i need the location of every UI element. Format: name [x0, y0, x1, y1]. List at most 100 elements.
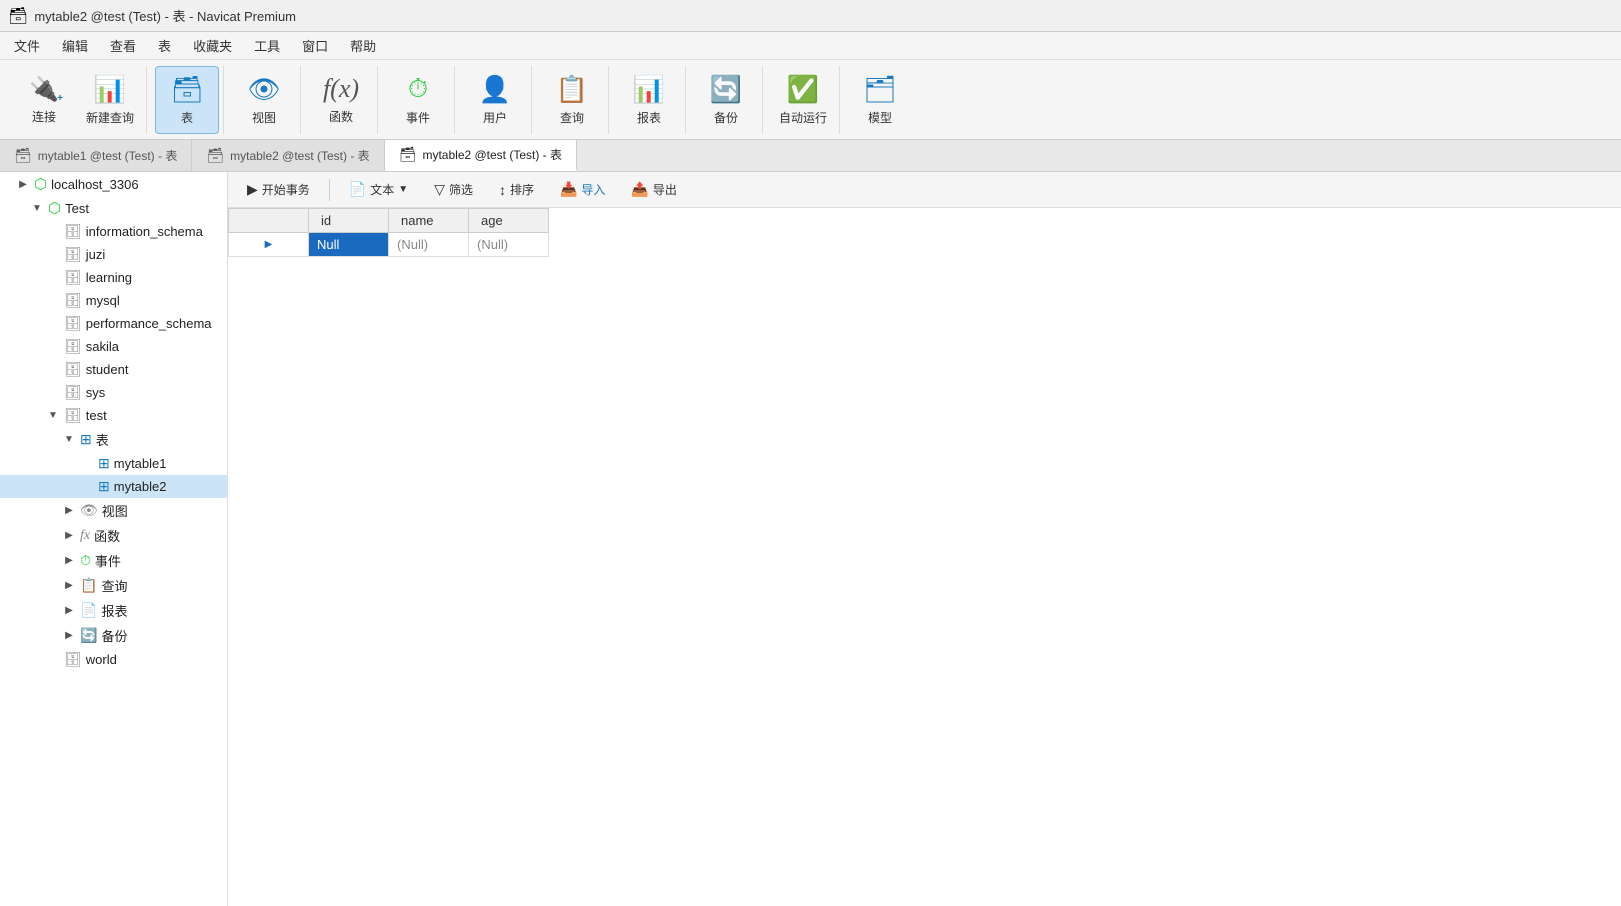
- sort-icon: ↕: [499, 182, 506, 198]
- db-icon-world: 🗄: [64, 651, 82, 668]
- sidebar-item-views[interactable]: ▶ 👁 视图: [0, 498, 227, 523]
- test-db-label: test: [86, 408, 107, 423]
- toolbar-group-event: ⏱ 事件: [382, 66, 455, 134]
- model-label: 模型: [868, 109, 892, 126]
- sidebar-item-test-db[interactable]: ▼ 🗄 test: [0, 404, 227, 427]
- toolbar-group-model: 🗂 模型: [844, 66, 916, 134]
- main-layout: ▶ ⬡ localhost_3306 ▼ ⬡ Test 🗄 informatio…: [0, 172, 1621, 906]
- sakila-label: sakila: [86, 339, 119, 354]
- new-query-button[interactable]: 📊 新建查询: [78, 66, 142, 134]
- tab-bar: 🗃 mytable1 @test (Test) - 表 🗃 mytable2 @…: [0, 140, 1621, 172]
- sidebar-item-mytable1[interactable]: ⊞ mytable1: [0, 452, 227, 475]
- sidebar-item-learning[interactable]: 🗄 learning: [0, 266, 227, 289]
- backup-button[interactable]: 🔄 备份: [694, 66, 758, 134]
- tables-group-label: 表: [96, 430, 109, 449]
- sort-button[interactable]: ↕ 排序: [488, 176, 545, 203]
- app-icon: 🗃: [8, 6, 28, 26]
- tab2-icon: 🗃: [206, 147, 224, 164]
- menu-tools[interactable]: 工具: [244, 33, 290, 58]
- col-header-name[interactable]: name: [389, 209, 469, 233]
- table-button[interactable]: 🗃 表: [155, 66, 219, 134]
- sidebar-item-test-folder[interactable]: ▼ ⬡ Test: [0, 196, 227, 220]
- sidebar-item-reports[interactable]: ▶ 📄 报表: [0, 598, 227, 623]
- view-button[interactable]: 👁 视图: [232, 66, 296, 134]
- query-button[interactable]: 📋 查询: [540, 66, 604, 134]
- sidebar-item-sakila[interactable]: 🗄 sakila: [0, 335, 227, 358]
- sidebar-item-tables[interactable]: ▼ ⊞ 表: [0, 427, 227, 452]
- tab3-label: mytable2 @test (Test) - 表: [422, 146, 562, 163]
- menu-bar: 文件 编辑 查看 表 收藏夹 工具 窗口 帮助: [0, 32, 1621, 60]
- sidebar-item-juzi[interactable]: 🗄 juzi: [0, 243, 227, 266]
- table-row[interactable]: ▶ Null (Null) (Null): [229, 233, 549, 257]
- window-title: mytable2 @test (Test) - 表 - Navicat Prem…: [34, 6, 296, 25]
- db-icon-mysql: 🗄: [64, 292, 82, 309]
- tab3-icon: 🗃: [399, 146, 417, 163]
- functions-icon: fx: [80, 528, 90, 544]
- function-button[interactable]: f(x) 函数: [309, 66, 373, 134]
- export-label: 导出: [653, 181, 677, 198]
- toolbar-group-backup: 🔄 备份: [690, 66, 763, 134]
- view-label: 视图: [252, 109, 276, 126]
- db-icon-sys: 🗄: [64, 384, 82, 401]
- connect-button[interactable]: 🔌 + 连接: [12, 66, 76, 134]
- report-button[interactable]: 📊 报表: [617, 66, 681, 134]
- cell-id[interactable]: Null: [309, 233, 389, 257]
- localhost-icon: ⬡: [34, 175, 47, 193]
- tab-mytable1[interactable]: 🗃 mytable1 @test (Test) - 表: [0, 140, 192, 171]
- text-button[interactable]: 📄 文本 ▼: [338, 176, 419, 203]
- text-label: 文本: [370, 181, 394, 198]
- text-icon: 📄: [349, 181, 366, 198]
- content-area: ▶ 开始事务 📄 文本 ▼ ▽ 筛选 ↕ 排序 📥 导入 📤: [228, 172, 1621, 906]
- db-icon-test: 🗄: [64, 407, 82, 424]
- mytable2-icon: ⊞: [98, 478, 110, 495]
- export-button[interactable]: 📤 导出: [620, 176, 687, 203]
- table-label: 表: [181, 109, 193, 126]
- sidebar-item-functions[interactable]: ▶ fx 函数: [0, 523, 227, 548]
- sidebar-item-queries[interactable]: ▶ 📋 查询: [0, 573, 227, 598]
- sidebar-item-world[interactable]: 🗄 world: [0, 648, 227, 671]
- user-button[interactable]: 👤 用户: [463, 66, 527, 134]
- user-label: 用户: [483, 109, 507, 126]
- tab1-label: mytable1 @test (Test) - 表: [38, 147, 178, 164]
- db-icon-student: 🗄: [64, 361, 82, 378]
- query-label: 查询: [560, 109, 584, 126]
- mysql-label: mysql: [86, 293, 120, 308]
- cell-age[interactable]: (Null): [469, 233, 549, 257]
- menu-help[interactable]: 帮助: [340, 33, 386, 58]
- sidebar-item-mytable2[interactable]: ⊞ mytable2: [0, 475, 227, 498]
- sidebar-item-mysql[interactable]: 🗄 mysql: [0, 289, 227, 312]
- tab-mytable2-1[interactable]: 🗃 mytable2 @test (Test) - 表: [192, 140, 384, 171]
- toolbar-group-view: 👁 视图: [228, 66, 301, 134]
- col-header-id[interactable]: id: [309, 209, 389, 233]
- tab-mytable2-2[interactable]: 🗃 mytable2 @test (Test) - 表: [385, 140, 577, 171]
- learning-label: learning: [86, 270, 132, 285]
- menu-favorites[interactable]: 收藏夹: [183, 33, 242, 58]
- menu-file[interactable]: 文件: [4, 33, 50, 58]
- col-header-age[interactable]: age: [469, 209, 549, 233]
- cell-name[interactable]: (Null): [389, 233, 469, 257]
- sidebar-item-student[interactable]: 🗄 student: [0, 358, 227, 381]
- sidebar-item-sys[interactable]: 🗄 sys: [0, 381, 227, 404]
- localhost-label: localhost_3306: [51, 177, 138, 192]
- sidebar-item-performance-schema[interactable]: 🗄 performance_schema: [0, 312, 227, 335]
- sidebar-item-backup[interactable]: ▶ 🔄 备份: [0, 623, 227, 648]
- model-button[interactable]: 🗂 模型: [848, 66, 912, 134]
- export-icon: 📤: [631, 181, 648, 198]
- sidebar-item-events[interactable]: ▶ ⏱ 事件: [0, 548, 227, 573]
- menu-table[interactable]: 表: [148, 33, 181, 58]
- import-button[interactable]: 📥 导入: [549, 176, 616, 203]
- views-icon: 👁: [80, 502, 98, 519]
- filter-button[interactable]: ▽ 筛选: [423, 176, 484, 203]
- db-icon-learning: 🗄: [64, 269, 82, 286]
- menu-window[interactable]: 窗口: [292, 33, 338, 58]
- menu-edit[interactable]: 编辑: [52, 33, 98, 58]
- events-icon: ⏱: [80, 552, 91, 569]
- localhost-arrow: ▶: [16, 179, 30, 190]
- sidebar-item-localhost[interactable]: ▶ ⬡ localhost_3306: [0, 172, 227, 196]
- menu-view[interactable]: 查看: [100, 33, 146, 58]
- autorun-button[interactable]: ✅ 自动运行: [771, 66, 835, 134]
- toolbar: 🔌 + 连接 📊 新建查询 🗃 表 👁 视图 f(x) 函数: [0, 60, 1621, 140]
- sidebar-item-information-schema[interactable]: 🗄 information_schema: [0, 220, 227, 243]
- event-button[interactable]: ⏱ 事件: [386, 66, 450, 134]
- begin-transaction-button[interactable]: ▶ 开始事务: [236, 176, 321, 203]
